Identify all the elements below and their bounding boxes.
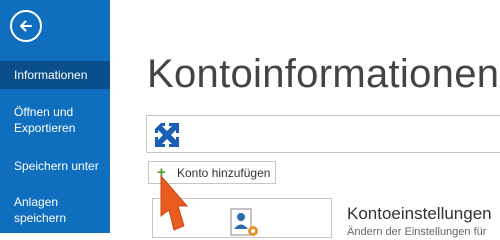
back-arrow-icon — [20, 20, 32, 32]
sidebar-item-informationen[interactable]: Informationen — [0, 61, 110, 89]
sidebar-item-anlagen-speichern[interactable]: Anlagen speichern — [0, 194, 80, 226]
pointer-arrow-icon — [160, 174, 189, 231]
back-button[interactable] — [10, 10, 42, 42]
account-selector[interactable] — [146, 115, 500, 153]
exchange-icon — [155, 123, 179, 147]
account-settings-icon — [230, 208, 258, 236]
account-settings-title: Kontoeinstellungen — [347, 204, 492, 223]
sidebar-item-speichern-unter[interactable]: Speichern unter — [0, 158, 110, 174]
page-title: Kontoinformationen — [147, 52, 500, 96]
backstage-sidebar: Informationen Öffnen und Exportieren Spe… — [0, 0, 110, 233]
sidebar-item-oeffnen-exportieren[interactable]: Öffnen und Exportieren — [0, 104, 92, 136]
account-settings-description: Ändern der Einstellungen für — [347, 226, 487, 238]
